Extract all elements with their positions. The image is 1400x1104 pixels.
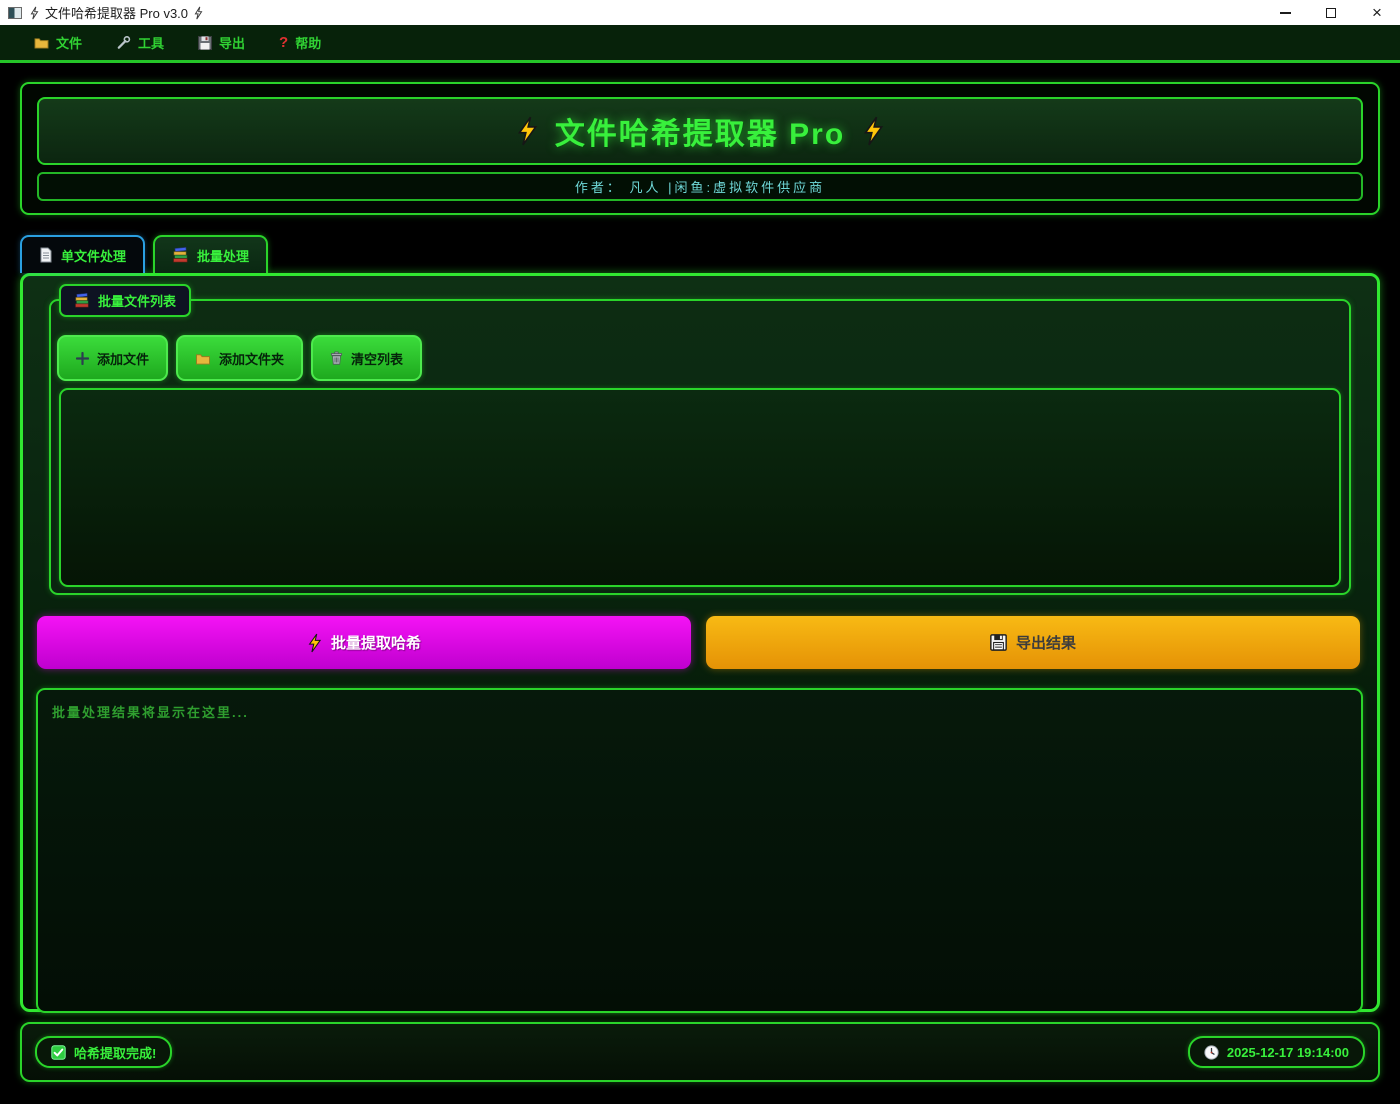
menu-item-tools[interactable]: 工具: [104, 29, 176, 56]
lightning-icon: [30, 6, 39, 19]
tab-batch[interactable]: 批量处理: [153, 235, 269, 273]
tab-single-file[interactable]: 单文件处理: [20, 235, 146, 273]
lightning-icon: [517, 116, 538, 146]
batch-file-listbox[interactable]: [59, 388, 1341, 587]
floppy-icon: [198, 35, 213, 50]
titlebar: 文件哈希提取器 Pro v3.0 ×: [0, 0, 1400, 25]
add-folder-button[interactable]: 添加文件夹: [176, 335, 304, 381]
clear-list-button[interactable]: 清空列表: [311, 335, 423, 381]
check-icon: [51, 1044, 66, 1060]
file-toolbar: 添加文件 添加文件夹 清空列表: [56, 335, 1344, 381]
batch-results-textarea[interactable]: [36, 688, 1363, 1013]
folder-icon: [196, 353, 210, 365]
plus-icon: [76, 351, 89, 365]
maximize-button[interactable]: [1308, 0, 1354, 25]
books-icon: [173, 247, 188, 263]
tab-label: 单文件处理: [61, 248, 127, 264]
status-bar: 哈希提取完成! 2025-12-17 19:14:00: [20, 1022, 1380, 1082]
trash-icon: [331, 351, 342, 365]
timestamp-text: 2025-12-17 19:14:00: [1226, 1044, 1349, 1060]
author-text: 作者： 凡人 |闲鱼:虚拟软件供应商: [574, 180, 826, 195]
clock-icon: [1204, 1044, 1219, 1060]
button-label: 导出结果: [1015, 635, 1076, 652]
maximize-icon: [1326, 7, 1336, 18]
tab-label: 批量处理: [197, 248, 250, 264]
menu-item-help[interactable]: ? 帮助: [267, 29, 333, 56]
minimize-button[interactable]: [1262, 0, 1308, 25]
button-label: 批量提取哈希: [330, 635, 421, 652]
page-title: 文件哈希提取器 Pro: [554, 118, 846, 151]
button-label: 添加文件夹: [219, 351, 285, 367]
tab-bar: 单文件处理 批量处理: [20, 235, 1400, 273]
header: 文件哈希提取器 Pro 作者： 凡人 |闲鱼:虚拟软件供应商: [20, 82, 1380, 215]
export-results-button[interactable]: 导出结果: [706, 616, 1360, 669]
books-icon: [75, 293, 89, 308]
menu-item-label: 帮助: [295, 36, 322, 51]
floppy-icon: [990, 634, 1007, 651]
folder-icon: [34, 38, 49, 49]
menu-item-file[interactable]: 文件: [22, 29, 94, 56]
status-text: 哈希提取完成!: [74, 1045, 157, 1061]
menubar: 文件 工具 导出 ? 帮助: [0, 25, 1400, 63]
app-title-banner: 文件哈希提取器 Pro: [37, 97, 1363, 165]
window-title: 文件哈希提取器 Pro v3.0: [45, 6, 189, 21]
app-window: 文件哈希提取器 Pro v3.0 × 文件 工具 导出 ? 帮助 文件哈希提取器…: [0, 0, 1400, 1104]
lightning-icon: [864, 116, 884, 146]
question-icon: ?: [279, 34, 289, 51]
close-button[interactable]: ×: [1354, 0, 1400, 25]
add-file-button[interactable]: 添加文件: [57, 335, 169, 381]
group-label-chip: 批量文件列表: [59, 284, 192, 317]
action-buttons-row: 批量提取哈希 导出结果: [37, 616, 1360, 669]
menu-item-label: 文件: [56, 36, 83, 51]
batch-panel: 批量文件列表 添加文件 添加文件夹 清空列表 批量提取哈希 导出结果 批量处理结…: [20, 273, 1380, 1013]
menu-item-export[interactable]: 导出: [186, 29, 257, 56]
timestamp-badge: 2025-12-17 19:14:00: [1187, 1036, 1365, 1068]
document-icon: [40, 247, 52, 263]
menu-item-label: 工具: [138, 36, 165, 51]
menu-item-label: 导出: [219, 36, 246, 51]
app-icon: [8, 6, 22, 19]
button-label: 清空列表: [351, 351, 404, 367]
author-bar: 作者： 凡人 |闲鱼:虚拟软件供应商: [37, 172, 1363, 201]
batch-file-list-group: 批量文件列表 添加文件 添加文件夹 清空列表: [49, 284, 1351, 595]
wrench-icon: [117, 35, 131, 49]
status-badge: 哈希提取完成!: [35, 1036, 173, 1068]
button-label: 添加文件: [97, 351, 150, 367]
minimize-icon: [1279, 11, 1291, 14]
lightning-icon: [194, 6, 203, 19]
batch-extract-hash-button[interactable]: 批量提取哈希: [37, 616, 691, 669]
lightning-icon: [308, 633, 322, 652]
group-label: 批量文件列表: [98, 294, 177, 309]
